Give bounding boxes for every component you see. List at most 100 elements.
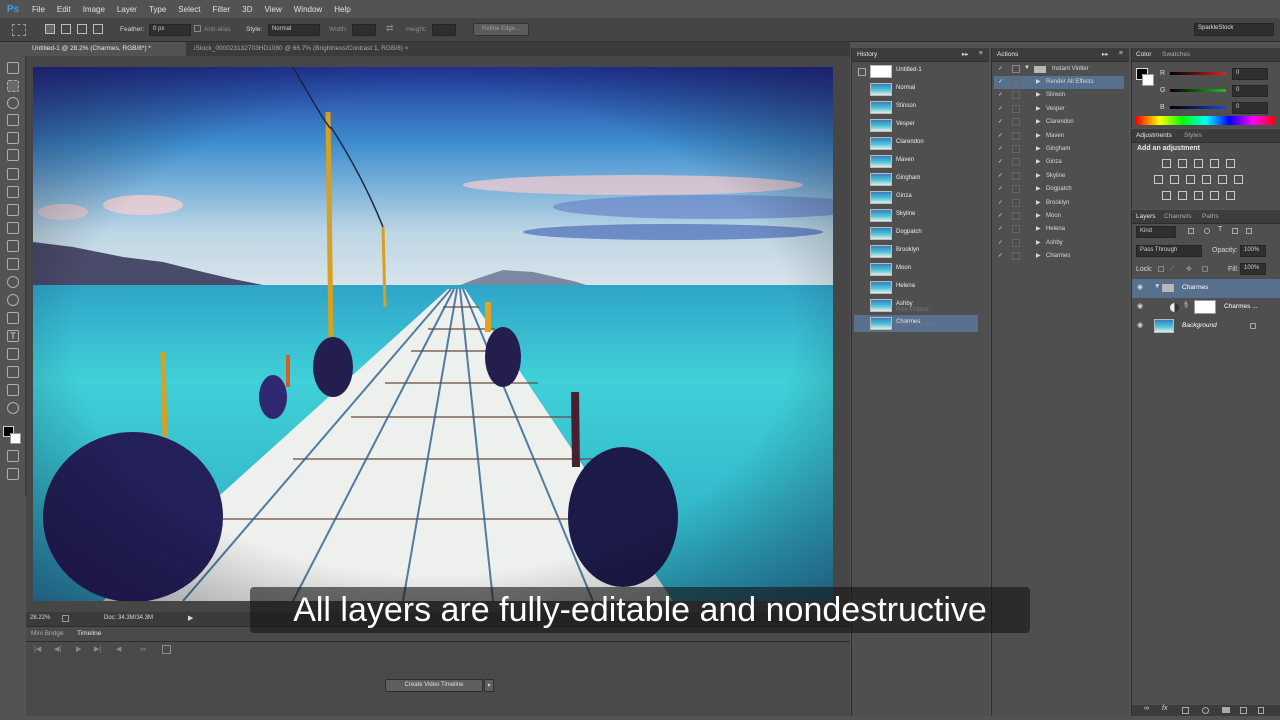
screen-mode-icon[interactable] xyxy=(7,468,19,480)
posterize-icon[interactable] xyxy=(1178,191,1187,200)
menu-view[interactable]: View xyxy=(259,5,288,14)
brush-tool-icon[interactable] xyxy=(7,186,19,198)
invert-icon[interactable] xyxy=(1162,191,1171,200)
tab-styles[interactable]: Styles xyxy=(1184,132,1202,139)
checkmark-icon[interactable]: ✓ xyxy=(998,185,1003,192)
dialog-toggle-icon[interactable] xyxy=(1012,118,1020,127)
shape-tool-icon[interactable] xyxy=(7,366,19,378)
next-frame-icon[interactable]: ▶| xyxy=(94,645,101,653)
bg-color-chip[interactable] xyxy=(1142,74,1154,86)
collapse-icon[interactable]: ▸▸ xyxy=(962,50,969,58)
healing-brush-tool-icon[interactable] xyxy=(7,168,19,180)
menu-type[interactable]: Type xyxy=(143,5,172,14)
action-item[interactable]: ✓ ▶ Gingham xyxy=(994,143,1124,156)
action-item[interactable]: ✓ ▶ Dogpatch xyxy=(994,183,1124,196)
channel-slider[interactable] xyxy=(1170,106,1226,109)
expand-arrow-icon[interactable]: ▶ xyxy=(1036,212,1041,219)
clone-stamp-tool-icon[interactable] xyxy=(7,204,19,216)
audio-icon[interactable]: ◀ xyxy=(116,645,121,653)
play-icon[interactable]: ▶ xyxy=(76,645,81,653)
marquee-tool-icon[interactable] xyxy=(7,80,19,92)
width-input[interactable] xyxy=(352,24,376,36)
checkmark-icon[interactable]: ✓ xyxy=(998,65,1003,72)
history-state[interactable]: Normal xyxy=(854,81,978,98)
opacity-input[interactable]: 100% xyxy=(1240,245,1266,257)
dialog-toggle-icon[interactable] xyxy=(1012,104,1020,113)
action-item[interactable]: ✓ ▶ Maven xyxy=(994,130,1124,143)
expand-arrow-icon[interactable]: ▶ xyxy=(1036,118,1041,125)
history-state[interactable]: Maven xyxy=(854,153,978,170)
checkmark-icon[interactable]: ✓ xyxy=(998,145,1003,152)
tab-mini-bridge[interactable]: Mini Bridge xyxy=(26,628,69,639)
vibrance-icon[interactable] xyxy=(1226,159,1235,168)
checkmark-icon[interactable]: ✓ xyxy=(998,225,1003,232)
menu-3d[interactable]: 3D xyxy=(236,5,258,14)
dialog-toggle-icon[interactable] xyxy=(1012,131,1020,140)
dialog-toggle-icon[interactable] xyxy=(1012,185,1020,194)
dialog-toggle-icon[interactable] xyxy=(1012,65,1020,73)
status-info-icon[interactable] xyxy=(62,615,69,622)
history-snapshot[interactable]: Untitled-1 xyxy=(854,63,978,80)
tab-adjustments[interactable]: Adjustments xyxy=(1136,132,1172,139)
subtract-selection-icon[interactable] xyxy=(77,24,87,34)
levels-icon[interactable] xyxy=(1178,159,1187,168)
tab-untitled-1[interactable]: Untitled-1 @ 28.2% (Charmes, RGB/8*) * xyxy=(26,42,186,56)
dialog-toggle-icon[interactable] xyxy=(1012,238,1020,247)
layer-row-background[interactable]: ◉ Background xyxy=(1132,317,1280,336)
expand-arrow-icon[interactable]: ▶ xyxy=(1036,239,1041,246)
checkmark-icon[interactable]: ✓ xyxy=(998,212,1003,219)
checkmark-icon[interactable]: ✓ xyxy=(998,132,1003,139)
new-layer-icon[interactable] xyxy=(1240,707,1247,714)
tab-swatches[interactable]: Swatches xyxy=(1162,51,1190,58)
hand-tool-icon[interactable] xyxy=(7,384,19,396)
color-balance-icon[interactable] xyxy=(1170,175,1179,184)
checkmark-icon[interactable]: ✓ xyxy=(998,252,1003,259)
expand-arrow-icon[interactable]: ▶ xyxy=(1036,172,1041,179)
action-item[interactable]: ✓ ▶ Vesper xyxy=(994,103,1124,116)
action-item[interactable]: ✓ ▶ Skyline xyxy=(994,170,1124,183)
layer-row-charmes-group[interactable]: ◉ ▼ Charmes xyxy=(1132,279,1280,298)
menu-filter[interactable]: Filter xyxy=(207,5,237,14)
tab-timeline[interactable]: Timeline xyxy=(72,628,107,639)
dialog-toggle-icon[interactable] xyxy=(1012,198,1020,207)
tab-color[interactable]: Color xyxy=(1136,51,1152,58)
visibility-eye-icon[interactable]: ◉ xyxy=(1137,302,1143,310)
expand-arrow-icon[interactable]: ▶ xyxy=(1036,185,1041,192)
blend-mode-select[interactable]: Pass Through xyxy=(1136,245,1202,257)
collapse-icon[interactable]: ▸▸ xyxy=(1102,50,1109,58)
new-adjustment-layer-icon[interactable] xyxy=(1202,707,1209,714)
swap-dimensions-icon[interactable]: ⇄ xyxy=(386,23,394,34)
menu-image[interactable]: Image xyxy=(77,5,111,14)
tab-layers[interactable]: Layers xyxy=(1136,213,1156,220)
lock-transparent-icon[interactable] xyxy=(1158,266,1164,272)
snapshot-source-icon[interactable] xyxy=(858,68,866,76)
exposure-icon[interactable] xyxy=(1210,159,1219,168)
expand-arrow-icon[interactable]: ▶ xyxy=(1036,225,1041,232)
visibility-eye-icon[interactable]: ◉ xyxy=(1137,283,1143,291)
feather-input[interactable]: 0 px xyxy=(149,24,191,36)
threshold-icon[interactable] xyxy=(1194,191,1203,200)
history-state[interactable]: Stinson xyxy=(854,99,978,116)
channel-value-input[interactable]: 0 xyxy=(1232,102,1268,114)
height-input[interactable] xyxy=(432,24,456,36)
link-icon[interactable]: § xyxy=(1184,302,1188,309)
document-image[interactable] xyxy=(33,67,833,601)
marquee-tool-preset-icon[interactable] xyxy=(12,24,26,36)
expand-arrow-icon[interactable]: ▼ xyxy=(1154,283,1160,290)
timeline-dropdown-icon[interactable]: ▾ xyxy=(484,679,494,692)
history-brush-tool-icon[interactable] xyxy=(7,222,19,234)
quick-select-tool-icon[interactable] xyxy=(7,114,19,126)
dialog-toggle-icon[interactable] xyxy=(1012,171,1020,180)
dialog-toggle-icon[interactable] xyxy=(1012,145,1020,153)
gradient-map-icon[interactable] xyxy=(1210,191,1219,200)
checkmark-icon[interactable]: ✓ xyxy=(998,158,1003,165)
history-state[interactable]: Gingham xyxy=(854,171,978,188)
tab-channels[interactable]: Channels xyxy=(1164,213,1191,220)
filter-type-icon[interactable]: T xyxy=(1218,226,1222,233)
history-state[interactable]: Vesper xyxy=(854,117,978,134)
dialog-toggle-icon[interactable] xyxy=(1012,252,1020,261)
checkmark-icon[interactable]: ✓ xyxy=(998,91,1003,98)
checkmark-icon[interactable]: ✓ xyxy=(998,78,1003,85)
dodge-tool-icon[interactable] xyxy=(7,294,19,306)
style-select[interactable]: Normal xyxy=(268,24,320,36)
